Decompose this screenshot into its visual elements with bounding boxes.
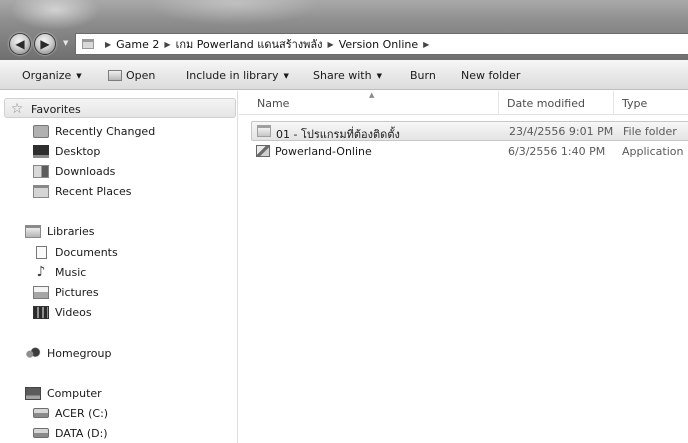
breadcrumb-game-2[interactable]: Game 2 [116,38,159,51]
nav-item-label: Pictures [55,285,99,299]
navigation-pane: ☆ Favorites Recently Changed Desktop Down… [0,91,238,443]
file-name: 01 - โปรแกรมที่ต้องติดตั้ง [276,128,400,141]
nav-videos[interactable]: Videos [33,303,92,321]
file-type: File folder [623,125,677,138]
burn-label: Burn [410,69,436,82]
breadcrumb-separator-icon[interactable]: ▶ [423,40,429,49]
open-label: Open [126,69,156,82]
recent-pages-dropdown-icon[interactable]: ▼ [63,39,68,47]
forward-button[interactable]: ▶ [34,33,56,55]
nav-libraries[interactable]: Libraries [25,222,95,240]
nav-desktop[interactable]: Desktop [33,142,100,160]
file-row-application[interactable]: Powerland-Online 6/3/2556 1:40 PM Applic… [251,142,688,162]
back-arrow-icon: ◀ [15,37,25,51]
nav-item-label: DATA (D:) [55,426,108,440]
open-button[interactable]: Open [108,69,155,82]
libraries-icon [25,224,41,238]
command-bar: Organize ▼ Open Include in library ▼ Share… [0,60,688,90]
nav-downloads[interactable]: Downloads [33,162,115,180]
nav-music[interactable]: ♪ Music [33,263,87,281]
column-divider[interactable] [613,91,614,115]
share-with-label: Share with [313,69,372,82]
nav-item-label: Recently Changed [55,124,156,138]
new-folder-label: New folder [461,69,521,82]
file-type: Application [622,145,684,158]
breadcrumb-separator-icon[interactable]: ▶ [105,40,111,49]
breadcrumb-separator-icon[interactable]: ▶ [164,40,170,49]
videos-icon [33,305,49,319]
nav-item-label: Desktop [55,144,101,158]
nav-item-label: Downloads [55,164,116,178]
pictures-icon [33,285,49,299]
computer-icon [25,386,41,400]
nav-computer-label: Computer [47,386,102,400]
column-header-row: ▲ Name Date modified Type [239,91,688,115]
application-icon [256,145,270,157]
hard-drive-icon [33,428,49,438]
nav-computer[interactable]: Computer [25,384,102,402]
column-header-date-modified[interactable]: Date modified [507,97,585,110]
file-name: Powerland-Online [275,145,372,158]
breadcrumb-version-online[interactable]: Version Online [339,38,418,51]
nav-item-label: ACER (C:) [55,406,109,420]
nav-drive-c[interactable]: ACER (C:) [33,404,108,422]
homegroup-icon [25,346,41,360]
nav-item-label: Documents [55,245,118,259]
nav-homegroup-label: Homegroup [47,346,112,360]
column-header-type[interactable]: Type [622,97,647,110]
documents-icon [36,245,47,259]
nav-pictures[interactable]: Pictures [33,283,99,301]
burn-button[interactable]: Burn [410,69,436,82]
include-in-library-button[interactable]: Include in library ▼ [186,69,289,82]
nav-recent-places[interactable]: Recent Places [33,182,132,200]
nav-item-label: Music [55,265,87,279]
organize-button[interactable]: Organize ▼ [22,69,82,82]
forward-arrow-icon: ▶ [40,37,50,51]
hard-drive-icon [33,408,49,418]
nav-item-label: Recent Places [55,184,132,198]
column-header-name[interactable]: Name [257,97,289,110]
music-icon: ♪ [36,263,46,280]
nav-documents[interactable]: Documents [33,243,118,261]
back-button[interactable]: ◀ [9,33,31,55]
nav-drive-d[interactable]: DATA (D:) [33,424,108,442]
file-date-modified: 23/4/2556 9:01 PM [509,125,614,138]
breadcrumb-powerland[interactable]: เกม Powerland แดนสร้างพลัง [176,35,323,53]
chevron-down-icon: ▼ [283,71,289,80]
desktop-icon [33,144,49,158]
chevron-down-icon: ▼ [376,71,382,80]
include-in-library-label: Include in library [186,69,279,82]
column-divider[interactable] [498,91,499,115]
file-date-modified: 6/3/2556 1:40 PM [508,145,606,158]
address-bar[interactable]: ▶ Game 2 ▶ เกม Powerland แดนสร้างพลัง ▶ … [75,33,688,55]
open-icon [108,70,122,81]
glass-highlight [10,0,100,30]
recent-places-icon [33,184,49,198]
nav-favorites[interactable]: ☆ Favorites [9,100,81,118]
sort-ascending-icon: ▲ [369,91,375,99]
downloads-icon [33,164,49,178]
nav-libraries-label: Libraries [47,224,95,238]
window-title-bar: ◀ ▶ ▼ ▶ Game 2 ▶ เกม Powerland แดนสร้างพ… [0,0,688,60]
share-with-button[interactable]: Share with ▼ [313,69,382,82]
breadcrumb-separator-icon[interactable]: ▶ [328,40,334,49]
organize-label: Organize [22,69,72,82]
glass-highlight [150,0,320,26]
folder-icon [82,39,94,49]
new-folder-button[interactable]: New folder [461,69,520,82]
folder-icon [257,125,271,137]
file-list-pane: ▲ Name Date modified Type 01 - โปรแกรมที… [239,91,688,443]
nav-homegroup[interactable]: Homegroup [25,344,111,362]
recently-changed-icon [33,124,49,138]
nav-recently-changed[interactable]: Recently Changed [33,122,155,140]
chevron-down-icon: ▼ [76,71,82,80]
star-icon: ☆ [10,100,24,117]
file-row-folder[interactable]: 01 - โปรแกรมที่ต้องติดตั้ง 23/4/2556 9:0… [251,121,688,141]
nav-item-label: Videos [55,305,92,319]
nav-favorites-label: Favorites [31,102,81,116]
